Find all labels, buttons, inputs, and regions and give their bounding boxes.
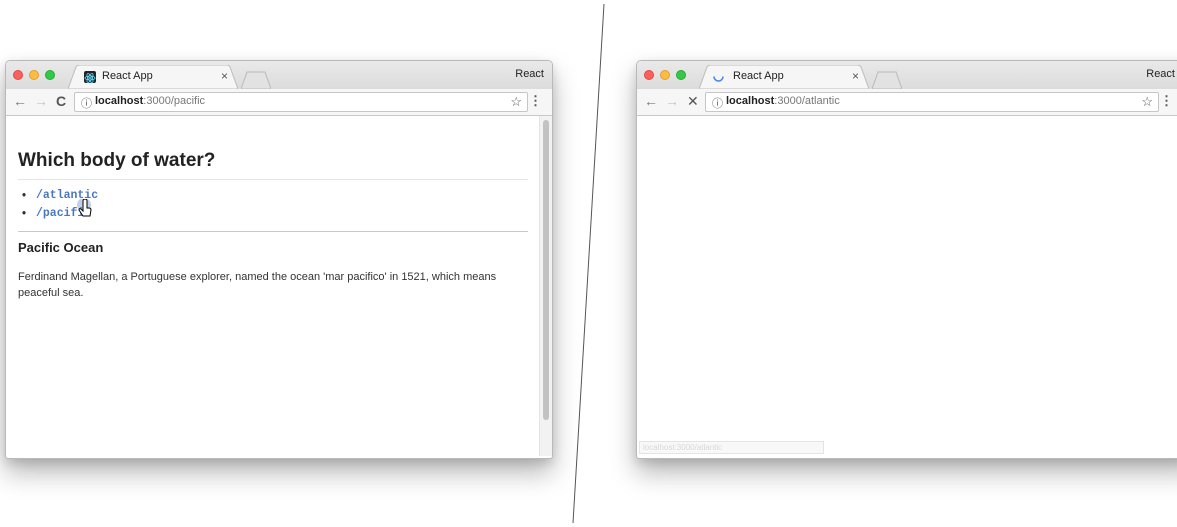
address-bar[interactable]: ⓘ localhost:3000/atlantic ☆: [705, 92, 1159, 112]
tab-bar: React App × React: [6, 61, 552, 89]
close-window-button[interactable]: [13, 70, 23, 80]
link-pacific[interactable]: /pacific: [22, 205, 528, 223]
tab-title: React App: [733, 70, 784, 82]
maximize-window-button[interactable]: [676, 70, 686, 80]
page-content: Which body of water? /atlantic /pacific …: [6, 116, 552, 456]
toolbar: ← → ✕ ⓘ localhost:3000/atlantic ☆ ⋮: [637, 89, 1177, 116]
menu-icon[interactable]: ⋮: [1160, 93, 1173, 109]
scrollbar[interactable]: [539, 116, 552, 456]
window-controls: [644, 70, 686, 80]
bookmark-star-icon[interactable]: ☆: [510, 94, 522, 110]
scrollbar-thumb[interactable]: [543, 120, 549, 420]
bookmark-star-icon[interactable]: ☆: [1141, 94, 1153, 110]
url-text: localhost:3000/atlantic: [726, 95, 840, 107]
react-favicon-icon: [84, 71, 96, 83]
url-host: localhost: [726, 95, 775, 107]
new-tab-button[interactable]: [241, 71, 271, 89]
profile-name[interactable]: React: [1146, 68, 1175, 80]
url-host: localhost: [95, 95, 144, 107]
hand-cursor-icon: [77, 199, 92, 217]
address-bar[interactable]: ⓘ localhost:3000/pacific ☆: [74, 92, 528, 112]
section-title: Pacific Ocean: [18, 240, 104, 255]
forward-icon[interactable]: →: [665, 93, 679, 109]
browser-tab[interactable]: React App ×: [68, 65, 238, 89]
tab-bar: React App × React: [637, 61, 1177, 89]
minimize-window-button[interactable]: [29, 70, 39, 80]
browser-tab[interactable]: React App ×: [699, 65, 869, 89]
back-icon[interactable]: ←: [644, 93, 658, 109]
forward-icon[interactable]: →: [34, 93, 48, 109]
link-atlantic[interactable]: /atlantic: [22, 187, 528, 205]
toolbar: ← → C ⓘ localhost:3000/pacific ☆ ⋮: [6, 89, 552, 116]
close-window-button[interactable]: [644, 70, 654, 80]
profile-name[interactable]: React: [515, 68, 544, 80]
page-content-blank: localhost:3000/atlantic: [637, 116, 1177, 456]
url-path: :3000/pacific: [143, 95, 206, 107]
stop-icon[interactable]: ✕: [687, 93, 699, 110]
page-heading: Which body of water?: [18, 150, 528, 180]
tab-close-icon[interactable]: ×: [221, 69, 228, 83]
browser-window-right: React App × React ← → ✕ ⓘ localhost:3000…: [636, 60, 1177, 459]
divider: [18, 231, 528, 232]
section-text: Ferdinand Magellan, a Portuguese explore…: [18, 271, 497, 299]
window-controls: [13, 70, 55, 80]
info-icon[interactable]: ⓘ: [81, 95, 92, 111]
info-icon[interactable]: ⓘ: [712, 95, 723, 111]
new-tab-button[interactable]: [872, 71, 902, 89]
tab-title: React App: [102, 70, 153, 82]
back-icon[interactable]: ←: [13, 93, 27, 109]
menu-icon[interactable]: ⋮: [529, 93, 542, 109]
minimize-window-button[interactable]: [660, 70, 670, 80]
reload-icon[interactable]: C: [56, 93, 66, 109]
loading-spinner-icon: [713, 76, 724, 82]
url-text: localhost:3000/pacific: [95, 95, 205, 107]
browser-window-left: React App × React ← → C ⓘ localhost:3000…: [5, 60, 553, 459]
url-path: :3000/atlantic: [774, 95, 840, 107]
tab-close-icon[interactable]: ×: [852, 69, 859, 83]
status-bubble: localhost:3000/atlantic: [639, 441, 824, 454]
maximize-window-button[interactable]: [45, 70, 55, 80]
